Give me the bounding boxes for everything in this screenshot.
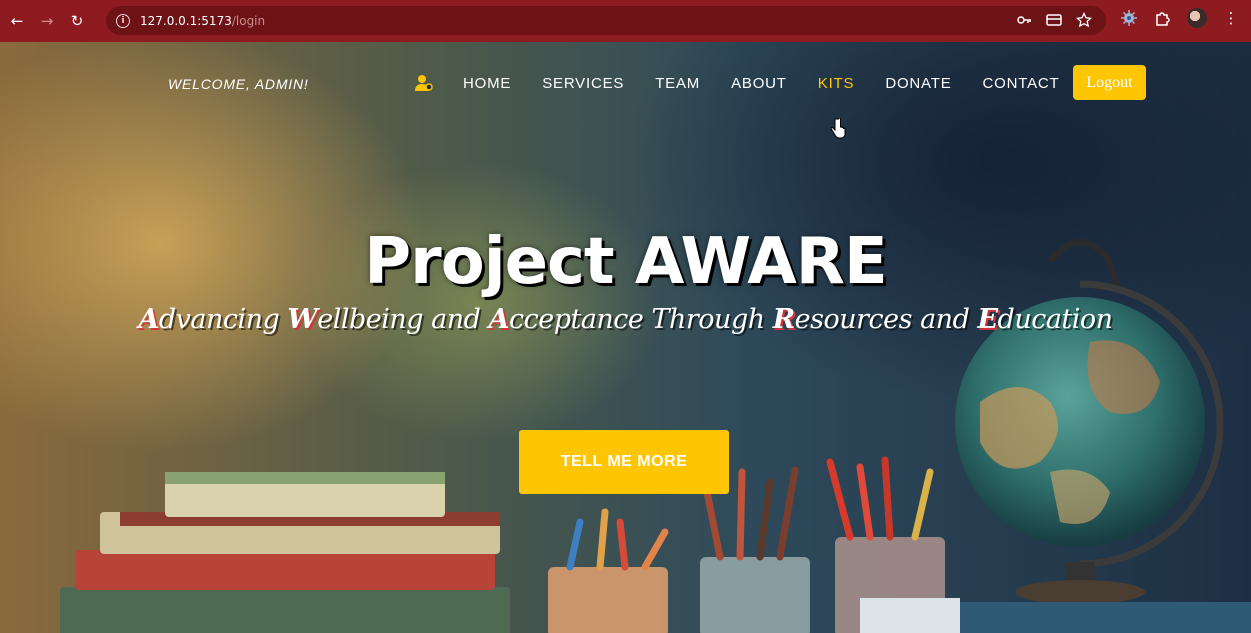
reload-icon[interactable]: ↻ [64,8,90,34]
subtitle-letter-w: W [287,304,318,335]
forward-arrow-icon[interactable]: → [34,8,60,34]
nav-home[interactable]: HOME [463,75,511,92]
nav-donate[interactable]: DONATE [885,75,951,92]
subtitle-letter-a2: A [488,304,510,335]
welcome-message: WELCOME, ADMIN! [168,76,309,92]
subtitle-letter-a1: A [138,304,159,335]
browser-toolbar: ← → ↻ i 127.0.0.1:5173/login ⋮ [0,0,1251,42]
hero-subtitle: Advancing Wellbeing and Acceptance Throu… [0,304,1251,335]
address-bar[interactable]: i 127.0.0.1:5173/login [106,6,1106,35]
subtitle-text-2: ellbeing and [317,304,489,335]
hero-background-illustration [60,239,1251,633]
logout-button[interactable]: Logout [1073,65,1146,100]
url-host: 127.0.0.1:5173 [140,13,232,28]
back-arrow-icon[interactable]: ← [4,8,30,34]
nav-menu: HOME SERVICES TEAM ABOUT KITS DONATE CON… [415,74,1091,92]
profile-avatar[interactable] [1187,8,1207,28]
nav-about[interactable]: ABOUT [731,75,787,92]
subtitle-text-3: cceptance Through [508,304,773,335]
nav-contact[interactable]: CONTACT [983,75,1060,92]
subtitle-text-4: esources and [794,304,978,335]
subtitle-text-1: dvancing [158,304,288,335]
puzzle-icon[interactable] [1153,8,1173,28]
star-icon[interactable] [1075,11,1093,28]
subtitle-letter-r: R [772,304,795,335]
card-icon[interactable] [1046,12,1062,28]
subtitle-letter-e: E [977,304,998,335]
tell-me-more-button[interactable]: TELL ME MORE [519,430,729,494]
subtitle-text-5: ducation [997,304,1114,335]
nav-services[interactable]: SERVICES [542,75,624,92]
hero-section: WELCOME, ADMIN! HOME SERVICES TEAM ABOUT… [0,42,1251,633]
kebab-menu-icon[interactable]: ⋮ [1221,8,1241,28]
hero-title: Project AWARE [364,225,888,299]
url-path: /login [231,13,266,28]
nav-kits[interactable]: KITS [818,75,855,92]
pointer-cursor-icon [830,118,846,139]
main-navbar: WELCOME, ADMIN! HOME SERVICES TEAM ABOUT… [0,64,1251,104]
site-info-icon[interactable]: i [116,13,130,28]
user-admin-icon[interactable] [415,74,433,92]
extension-icon[interactable] [1119,8,1139,28]
nav-team[interactable]: TEAM [655,75,700,92]
key-icon[interactable] [1016,12,1032,28]
